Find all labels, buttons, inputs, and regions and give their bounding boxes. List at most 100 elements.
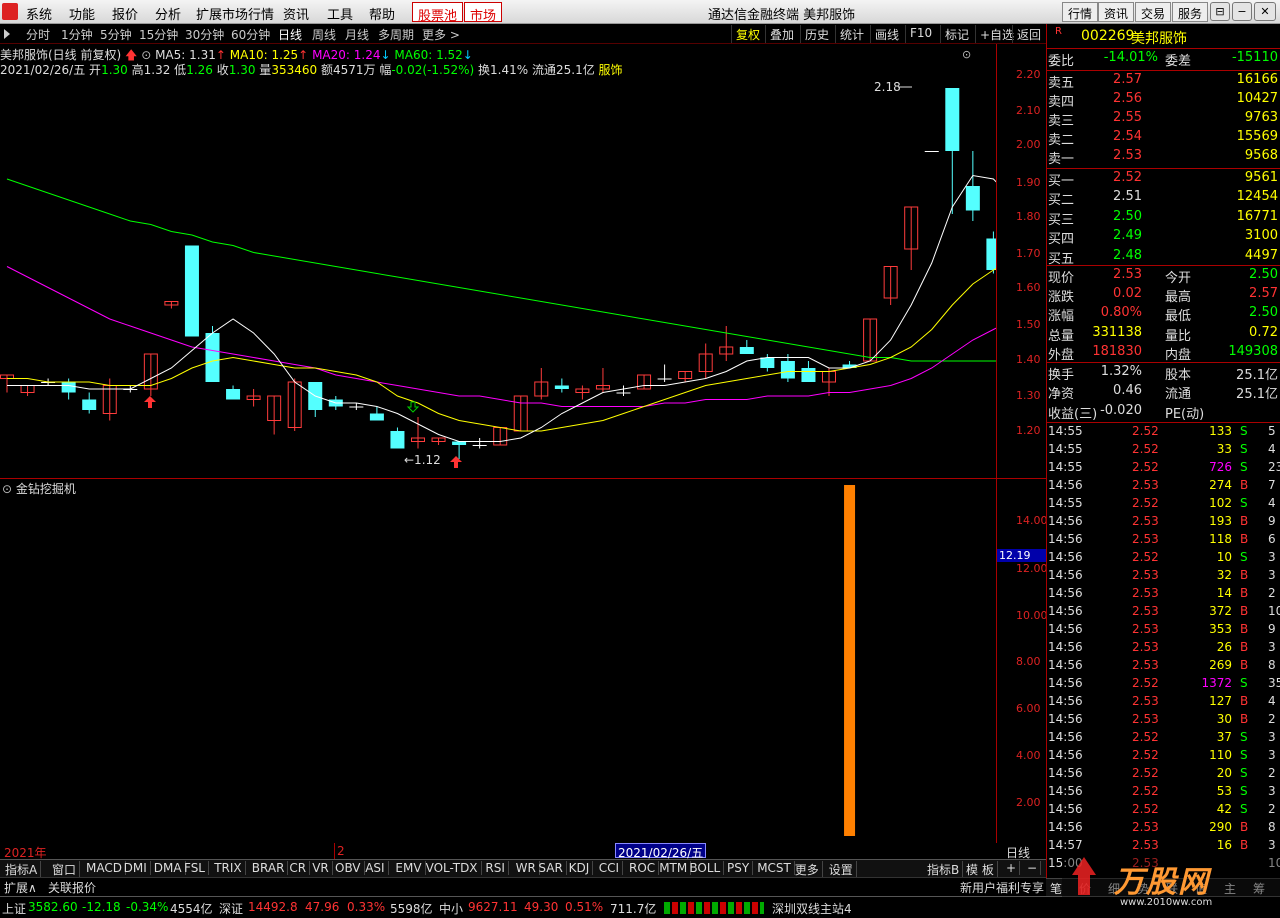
ask-price: 2.56 [1113, 91, 1142, 106]
period-monthly[interactable]: 月线 [345, 26, 369, 43]
menu-extended-market[interactable]: 扩展市场行情 [196, 4, 274, 23]
stat-label-2: 最低 [1165, 309, 1192, 325]
bid-row[interactable]: 买五 2.48 4497 [1048, 248, 1280, 267]
indicator-tab[interactable]: KDJ [566, 861, 594, 875]
stat-label: 总量 [1048, 328, 1075, 344]
period-daily[interactable]: 日线 [278, 26, 302, 43]
sz-index-label[interactable]: 深证 [219, 900, 243, 917]
indicator-tab[interactable]: PSY [724, 861, 754, 875]
buy-arrow-icon [450, 456, 462, 468]
indicator-tab[interactable]: 指标A [2, 861, 42, 878]
period-15min[interactable]: 15分钟 [139, 26, 178, 43]
period-60min[interactable]: 60分钟 [231, 26, 270, 43]
bid-row[interactable]: 买二 2.51 12454 [1048, 189, 1280, 208]
ask-row[interactable]: 卖四 2.56 10427 [1048, 91, 1280, 110]
bid-row[interactable]: 买三 2.50 16771 [1048, 209, 1280, 228]
stats-button[interactable]: 统计 [835, 25, 868, 43]
tick-price: 2.53 [1132, 478, 1159, 492]
indicator-tab[interactable]: ASI [362, 861, 389, 875]
bid-row[interactable]: 买四 2.49 3100 [1048, 228, 1280, 247]
tick-time: 14:56 [1048, 622, 1083, 636]
indicator-tab[interactable]: CR [286, 861, 311, 875]
price-tick: 1.60 [1016, 281, 1041, 294]
menu-function[interactable]: 功能 [69, 4, 95, 23]
stat-label: 外盘 [1048, 347, 1075, 363]
period-intraday[interactable]: 分时 [26, 26, 50, 43]
stock-pool-button[interactable]: 股票池 [412, 2, 464, 24]
indicator-tab[interactable]: CCI [596, 861, 624, 875]
adjust-button[interactable]: 复权 [731, 25, 764, 43]
tick-side: S [1240, 730, 1248, 744]
indicator-tab[interactable]: VOL-TDX [423, 861, 482, 875]
period-more[interactable]: 更多 > [422, 26, 460, 43]
market-button[interactable]: 市场 [464, 2, 503, 24]
indicator-tab[interactable]: ROC [626, 861, 660, 875]
ask-row[interactable]: 卖三 2.55 9763 [1048, 110, 1280, 129]
sh-index-label[interactable]: 上证 [2, 900, 26, 917]
price-tick: 1.40 [1016, 353, 1041, 366]
sme-index-label[interactable]: 中小 [439, 900, 463, 917]
tick-time: 14:56 [1048, 514, 1083, 528]
indicator-tab[interactable]: BRAR [249, 861, 289, 875]
indicator-tick: 14.00 [1016, 514, 1048, 527]
expand-button[interactable]: 扩展∧ [4, 879, 37, 896]
promo-banner[interactable]: 新用户福利专享 [960, 879, 1044, 896]
tick-count: 4 [1268, 442, 1276, 456]
period-multi[interactable]: 多周期 [378, 26, 414, 43]
mark-button[interactable]: 标记 [940, 25, 973, 43]
menu-help[interactable]: 帮助 [369, 4, 395, 23]
period-30min[interactable]: 30分钟 [185, 26, 224, 43]
indicator-tab[interactable]: RSI [482, 861, 509, 875]
stat-row: 涨幅 0.80% 最低 2.50 [1048, 305, 1280, 324]
menu-analysis[interactable]: 分析 [155, 4, 181, 23]
indicator-right-tab[interactable]: 模 板 [963, 861, 998, 878]
ask-row[interactable]: 卖二 2.54 15569 [1048, 129, 1280, 148]
draw-button[interactable]: 画线 [870, 25, 903, 43]
candle-body [760, 357, 775, 368]
f10-button[interactable]: F10 [905, 25, 936, 43]
indicator-tab[interactable]: DMI [121, 861, 151, 875]
indicator-tab[interactable]: 更多 [792, 861, 823, 878]
tick-count: 2 [1268, 586, 1276, 600]
ask-row[interactable]: 卖一 2.53 9568 [1048, 148, 1280, 167]
indicator-tab[interactable]: MCST [754, 861, 795, 875]
sme-index-pct: 0.51% [565, 900, 604, 914]
indicator-tab[interactable]: OBV [332, 861, 365, 875]
tick-count: 3 [1268, 784, 1276, 798]
history-button[interactable]: 历史 [800, 25, 833, 43]
detail-tab[interactable]: 笔 [1050, 880, 1062, 897]
stat-label: 换手 [1048, 368, 1075, 383]
related-quote-button[interactable]: 关联报价 [48, 879, 96, 896]
indicator-right-tab[interactable]: − [1024, 861, 1042, 875]
indicator-tab[interactable]: SAR [535, 861, 567, 875]
server-name[interactable]: 深圳双线主站4 [772, 900, 852, 917]
indicator-chart[interactable] [0, 479, 996, 843]
indicator-right-tab[interactable]: + [1003, 861, 1021, 875]
ask-row[interactable]: 卖五 2.57 16166 [1048, 72, 1280, 91]
indicator-right-tab[interactable]: 指标B [924, 861, 964, 878]
indicator-tab[interactable]: TRIX [211, 861, 246, 875]
period-weekly[interactable]: 周线 [312, 26, 336, 43]
menu-news[interactable]: 资讯 [283, 4, 309, 23]
indicator-tab[interactable]: FSL [181, 861, 209, 875]
candlestick-chart[interactable]: 2.18 ←1.12 [0, 44, 996, 478]
indicator-tab[interactable]: BOLL [686, 861, 725, 875]
menu-quote[interactable]: 报价 [112, 4, 138, 23]
tick-price: 2.52 [1132, 730, 1159, 744]
indicator-tab[interactable]: 设置 [826, 861, 857, 878]
indicator-tab[interactable]: VR [309, 861, 333, 875]
period-1min[interactable]: 1分钟 [61, 26, 93, 43]
indicator-tab[interactable]: MACD [83, 861, 126, 875]
stat-row: 外盘 181830 内盘 149308 [1048, 344, 1280, 363]
indicator-tab[interactable]: 窗口 [49, 861, 81, 878]
menu-tools[interactable]: 工具 [327, 4, 353, 23]
overlay-button[interactable]: 叠加 [765, 25, 798, 43]
indicator-tab[interactable]: EMV [392, 861, 426, 875]
period-5min[interactable]: 5分钟 [100, 26, 132, 43]
menu-system[interactable]: 系统 [26, 4, 52, 23]
buy-arrow-icon [144, 396, 156, 408]
logo-graphic-icon [1072, 857, 1096, 895]
bid-row[interactable]: 买一 2.52 9561 [1048, 170, 1280, 189]
tick-price: 2.53 [1132, 514, 1159, 528]
back-button[interactable]: 返回 [1012, 25, 1045, 43]
